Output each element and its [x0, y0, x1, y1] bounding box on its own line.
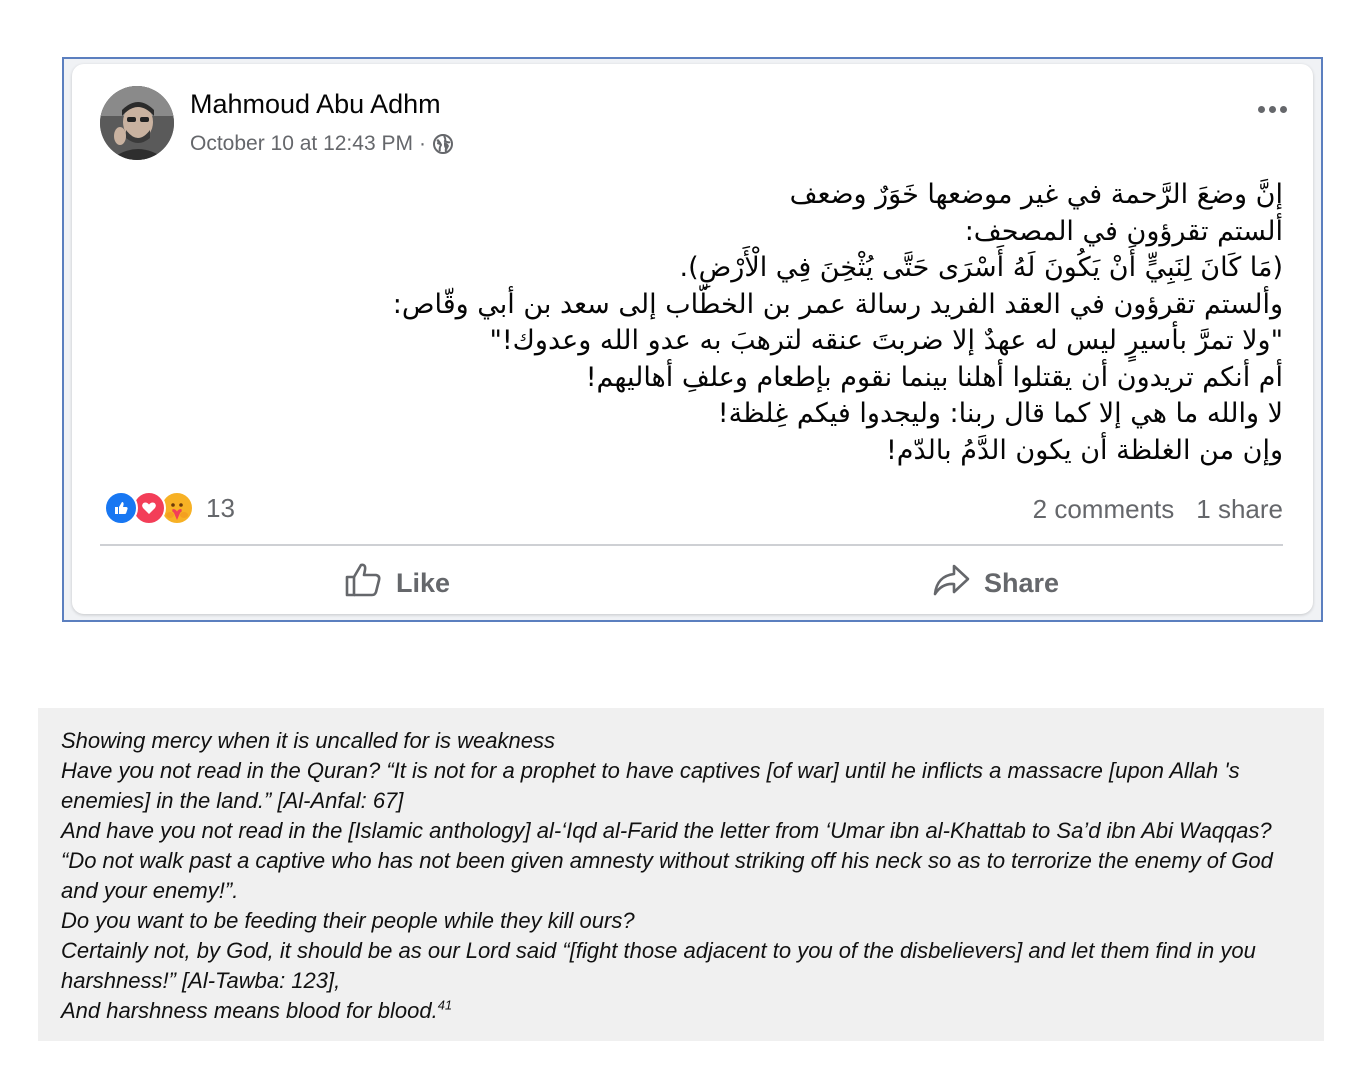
post-screenshot-frame: Mahmoud Abu Adhm October 10 at 12:43 PM … [62, 57, 1323, 622]
post-text-line: وإن من الغلظة أن يكون الدَّمُ بالدّم! [885, 434, 1283, 466]
translation-line: and your enemy!”. [61, 878, 239, 903]
post-text-line: "ولا تمرَّ بأسيرٍ ليس له عهدٌ إلا ضربتَ … [489, 325, 1283, 356]
post-body-text: إنَّ وضعَ الرَّحمة في غير موضعها خَوَرٌ … [383, 177, 1283, 469]
translation-line: Certainly not, by God, it should be as o… [61, 938, 1256, 963]
meta-separator: · [418, 132, 426, 155]
post-text-line: إنَّ وضعَ الرَّحمة في غير موضعها خَوَرٌ … [789, 179, 1283, 210]
translation-line: And have you not read in the [Islamic an… [61, 818, 1272, 843]
like-label: Like [396, 568, 451, 598]
dot [1258, 106, 1265, 113]
comments-count[interactable]: 2 comments [1033, 494, 1175, 525]
translation-line: “Do not walk past a captive who has not … [61, 848, 1273, 873]
translation-line: Do you want to be feeding their people w… [61, 908, 635, 933]
footnote-marker: 41 [437, 997, 453, 1013]
reactions-summary[interactable]: 13 [104, 491, 235, 525]
post-timestamp[interactable]: October 10 at 12:43 PM [190, 132, 413, 156]
post-text-line: ألستم تقرؤون في المصحف: [964, 215, 1283, 247]
translation-line: enemies] in the land.” [Al-Anfal: 67] [61, 788, 404, 813]
share-button[interactable]: Share [932, 562, 1059, 605]
post-text-line: لا والله ما هي إلا كما قال ربنا: وليجدوا… [717, 398, 1283, 429]
dot [1269, 106, 1276, 113]
translation-line: And harshness means blood for blood. [61, 998, 438, 1023]
reaction-count[interactable]: 13 [206, 493, 235, 524]
share-arrow-icon [932, 562, 970, 605]
engagement-stats: 2 comments 1 share [1033, 494, 1283, 525]
like-reaction-icon [104, 491, 138, 525]
avatar[interactable] [100, 86, 174, 160]
share-label: Share [984, 568, 1060, 598]
action-divider [100, 544, 1283, 546]
more-options-icon[interactable] [1258, 106, 1287, 113]
post-text-line: (مَا كَانَ لِنَبِيٍّ أَنْ يَكُونَ لَهُ أ… [679, 252, 1283, 283]
post-meta: October 10 at 12:43 PM · [190, 132, 454, 156]
translation-line: Showing mercy when it is uncalled for is… [61, 728, 556, 753]
post-author-name[interactable]: Mahmoud Abu Adhm [190, 89, 441, 120]
like-button[interactable]: Like [344, 562, 450, 605]
translation-line: Have you not read in the Quran? “It is n… [61, 758, 1240, 783]
facebook-post-card: Mahmoud Abu Adhm October 10 at 12:43 PM … [72, 64, 1313, 614]
post-text-line: وألستم تقرؤون في العقد الفريد رسالة عمر … [392, 288, 1283, 320]
translation-last-line: And harshness means blood for blood.41 [61, 996, 1302, 1026]
post-text-line: أم أنكم تريدون أن يقتلوا أهلنا بينما نقو… [585, 361, 1283, 393]
english-translation: Showing mercy when it is uncalled for is… [38, 708, 1324, 1041]
shares-count[interactable]: 1 share [1196, 494, 1283, 525]
thumbs-up-icon [344, 562, 382, 605]
translation-line: harshness!” [Al-Tawba: 123], [61, 968, 341, 993]
dot [1280, 106, 1287, 113]
globe-icon[interactable] [432, 133, 454, 155]
